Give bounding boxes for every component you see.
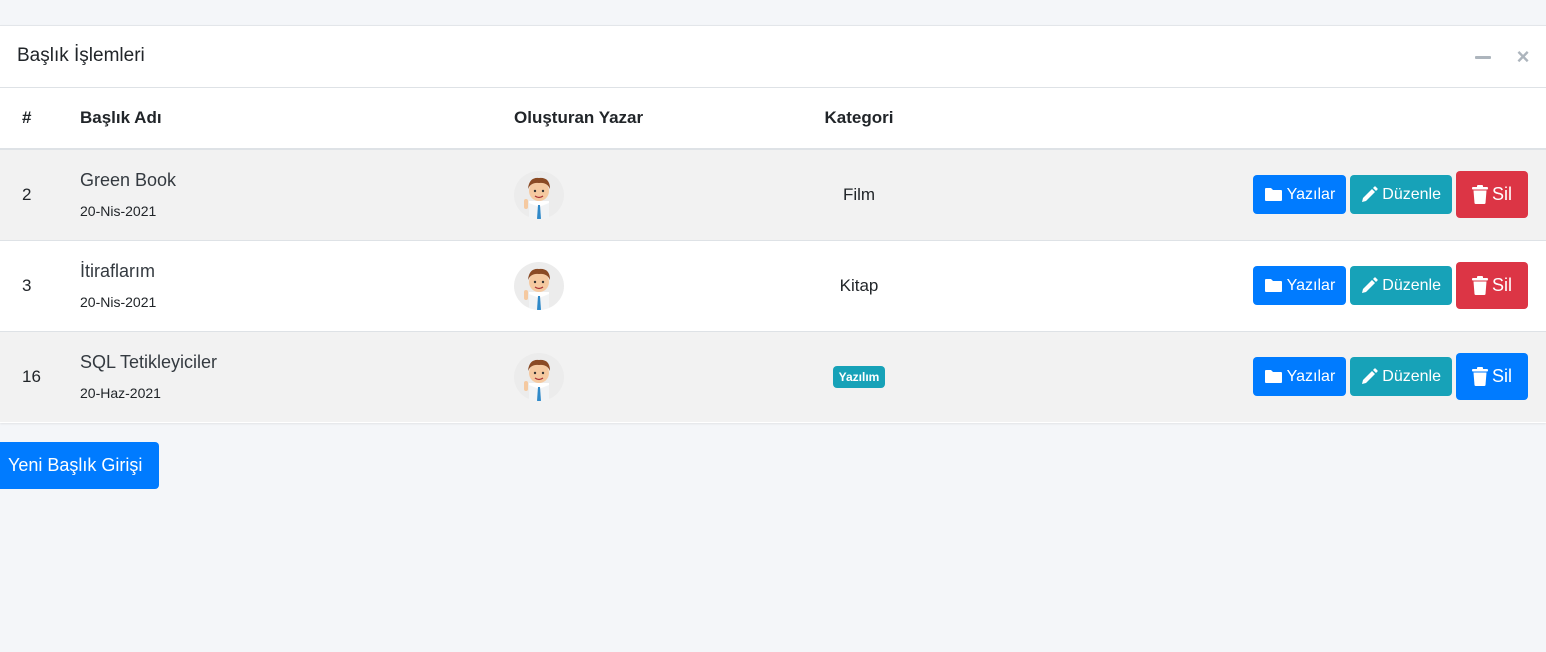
row-title: SQL Tetikleyiciler [80, 352, 218, 373]
minimize-button[interactable] [1470, 46, 1496, 68]
category-label: Film [842, 184, 876, 204]
edit-button-label: Düzenle [1382, 367, 1441, 385]
delete-button-label: Sil [1491, 275, 1512, 295]
row-title: İtiraflarım [80, 261, 156, 281]
table-row: 3 İtiraflarım 20-Nis-2021 Kitap Yazılar … [0, 239, 1546, 331]
row-author-cell [514, 148, 773, 240]
row-author-cell [514, 239, 773, 331]
header-category: Kategori [773, 88, 945, 150]
row-id: 16 [0, 330, 80, 422]
category-badge: Yazılım [832, 365, 886, 388]
posts-button-label: Yazılar [1286, 276, 1336, 294]
row-date: 20-Nis-2021 [80, 294, 157, 310]
row-date: 20-Nis-2021 [80, 203, 157, 220]
folder-icon [1264, 188, 1282, 202]
category-label: Kitap [839, 275, 879, 295]
posts-button-label: Yazılar [1286, 367, 1336, 385]
row-title-cell: İtiraflarım 20-Nis-2021 [80, 239, 514, 331]
title-management-card: Başlık İşlemleri × # Başlık Adı Oluştura… [0, 25, 1546, 423]
author-avatar [514, 352, 564, 401]
row-actions: Yazılar Düzenle Sil [945, 239, 1546, 331]
row-title-cell: Green Book 20-Nis-2021 [80, 148, 514, 240]
card-tools: × [1470, 46, 1536, 68]
table-header-row: # Başlık Adı Oluşturan Yazar Kategori [0, 88, 1546, 150]
posts-button[interactable]: Yazılar [1252, 175, 1347, 215]
table-row: 16 SQL Tetikleyiciler 20-Haz-2021 Yazılı… [0, 330, 1546, 422]
posts-button[interactable]: Yazılar [1252, 357, 1347, 397]
card-header: Başlık İşlemleri × [0, 26, 1546, 88]
minus-icon [1475, 55, 1491, 59]
row-date: 20-Haz-2021 [80, 385, 161, 402]
edit-button[interactable]: Düzenle [1350, 175, 1452, 215]
folder-icon [1264, 370, 1282, 384]
edit-button[interactable]: Düzenle [1350, 357, 1452, 397]
delete-button-label: Sil [1491, 184, 1512, 205]
times-icon: × [1516, 44, 1530, 69]
new-title-button[interactable]: Yeni Başlık Girişi [0, 442, 159, 489]
trash-icon [1471, 185, 1488, 205]
edit-button[interactable]: Düzenle [1350, 266, 1452, 305]
table-row: 2 Green Book 20-Nis-2021 Film Yazılar Dü… [0, 148, 1546, 240]
folder-icon [1264, 279, 1282, 292]
pencil-icon [1362, 277, 1379, 293]
delete-button[interactable]: Sil [1455, 262, 1528, 309]
avatar-illustration [524, 359, 550, 401]
edit-button-label: Düzenle [1382, 185, 1441, 203]
row-id: 3 [0, 239, 80, 331]
row-author-cell [514, 330, 773, 422]
delete-button[interactable]: Sil [1455, 353, 1528, 401]
pencil-icon [1362, 368, 1379, 385]
card-title: Başlık İşlemleri [17, 45, 145, 66]
header-id: # [0, 88, 80, 150]
header-title: Başlık Adı [80, 88, 514, 150]
author-avatar [514, 261, 564, 310]
row-actions: Yazılar Düzenle Sil [945, 330, 1546, 422]
posts-button-label: Yazılar [1286, 185, 1336, 203]
avatar-illustration [524, 268, 550, 310]
row-title-cell: SQL Tetikleyiciler 20-Haz-2021 [80, 330, 514, 422]
header-author: Oluşturan Yazar [514, 88, 773, 150]
avatar-illustration [524, 177, 550, 219]
pencil-icon [1362, 186, 1379, 203]
titles-table: # Başlık Adı Oluşturan Yazar Kategori 2 … [0, 88, 1546, 422]
delete-button-label: Sil [1491, 366, 1512, 387]
row-id: 2 [0, 148, 80, 240]
header-actions [945, 88, 1546, 150]
row-actions: Yazılar Düzenle Sil [945, 148, 1546, 240]
trash-icon [1471, 276, 1488, 295]
row-title: Green Book [80, 170, 177, 191]
author-avatar [514, 170, 564, 219]
trash-icon [1471, 367, 1488, 387]
row-category-cell: Yazılım [773, 330, 945, 422]
close-button[interactable]: × [1510, 46, 1536, 68]
delete-button[interactable]: Sil [1455, 171, 1528, 219]
row-category-cell: Film [773, 148, 945, 240]
edit-button-label: Düzenle [1382, 276, 1441, 294]
row-category-cell: Kitap [773, 239, 945, 331]
posts-button[interactable]: Yazılar [1252, 266, 1347, 305]
